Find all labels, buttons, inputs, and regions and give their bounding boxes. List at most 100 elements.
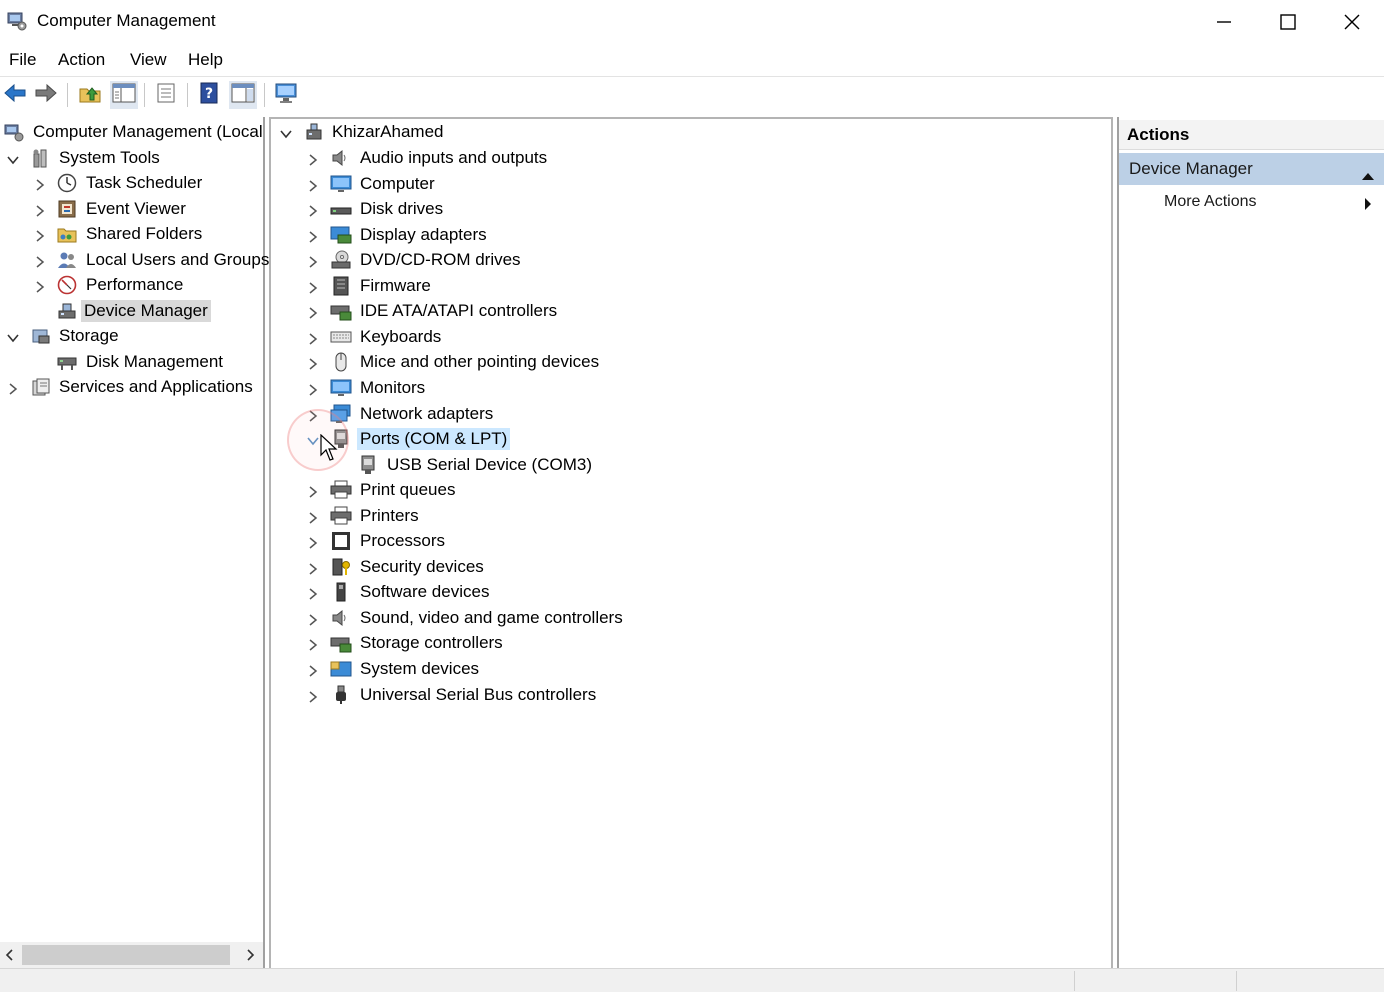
device-category-disk-drives[interactable]: Disk drives bbox=[271, 197, 1111, 222]
chevron-right-icon[interactable] bbox=[306, 229, 320, 243]
device-category-universal-serial-bus-controllers[interactable]: Universal Serial Bus controllers bbox=[271, 683, 1111, 708]
tree-node-device-manager[interactable]: Device Manager bbox=[0, 299, 263, 324]
chevron-right-icon[interactable] bbox=[6, 381, 20, 395]
device-category-network-adapters[interactable]: Network adapters bbox=[271, 402, 1111, 427]
chevron-right-icon[interactable] bbox=[306, 331, 320, 345]
menu-action[interactable]: Action bbox=[58, 50, 105, 70]
chevron-right-icon[interactable] bbox=[306, 586, 320, 600]
chevron-right-icon[interactable] bbox=[306, 612, 320, 626]
device-category-storage-controllers[interactable]: Storage controllers bbox=[271, 631, 1111, 656]
chevron-right-icon[interactable] bbox=[33, 254, 47, 268]
chevron-right-icon[interactable] bbox=[33, 177, 47, 191]
tree-label: Firmware bbox=[360, 275, 431, 295]
menu-help[interactable]: Help bbox=[188, 50, 223, 70]
device-category-ports-com-lpt[interactable]: Ports (COM & LPT) bbox=[271, 427, 1111, 452]
chevron-right-icon[interactable] bbox=[306, 510, 320, 524]
chevron-right-icon[interactable] bbox=[306, 561, 320, 575]
tree-node-shared-folders[interactable]: Shared Folders bbox=[0, 222, 263, 247]
chevron-right-icon[interactable] bbox=[33, 279, 47, 293]
tree-node-computer-management[interactable]: Computer Management (Local bbox=[0, 120, 263, 145]
tree-node-disk-management[interactable]: Disk Management bbox=[0, 350, 263, 375]
toolbar-separator bbox=[67, 83, 68, 107]
up-one-level-button[interactable] bbox=[76, 81, 104, 109]
device-category-display-adapters[interactable]: Display adapters bbox=[271, 223, 1111, 248]
show-hide-console-tree-button[interactable] bbox=[110, 81, 138, 109]
chevron-right-icon[interactable] bbox=[306, 382, 320, 396]
chevron-right-icon[interactable] bbox=[33, 228, 47, 242]
tree-label: Mice and other pointing devices bbox=[360, 352, 600, 372]
chevron-down-icon[interactable] bbox=[279, 126, 293, 140]
actions-section-device-manager[interactable]: Device Manager bbox=[1119, 153, 1384, 185]
device-category-print-queues[interactable]: Print queues bbox=[271, 478, 1111, 503]
chevron-right-icon[interactable] bbox=[306, 152, 320, 166]
storage-icon bbox=[31, 326, 51, 346]
close-icon bbox=[1344, 14, 1360, 30]
tree-node-storage[interactable]: Storage bbox=[0, 324, 263, 349]
minimize-button[interactable] bbox=[1192, 0, 1256, 44]
device-category-keyboards[interactable]: Keyboards bbox=[271, 325, 1111, 350]
show-hide-action-pane-button[interactable] bbox=[229, 81, 257, 109]
chevron-right-icon[interactable] bbox=[306, 637, 320, 652]
device-tree-root[interactable]: KhizarAhamed bbox=[271, 120, 1111, 145]
scroll-left-icon[interactable] bbox=[1, 946, 19, 964]
device-category-mice-and-other-pointing-devices[interactable]: Mice and other pointing devices bbox=[271, 350, 1111, 375]
more-actions-item[interactable]: More Actions bbox=[1119, 187, 1384, 217]
menu-file[interactable]: File bbox=[9, 50, 36, 70]
properties-button[interactable] bbox=[152, 81, 180, 109]
device-category-ide-ata-atapi-controllers[interactable]: IDE ATA/ATAPI controllers bbox=[271, 299, 1111, 324]
horizontal-scrollbar[interactable] bbox=[0, 942, 263, 968]
device-category-processors[interactable]: Processors bbox=[271, 529, 1111, 554]
maximize-button[interactable] bbox=[1256, 0, 1320, 44]
status-bar bbox=[0, 968, 1384, 992]
tree-node-task-scheduler[interactable]: Task Scheduler bbox=[0, 171, 263, 196]
tree-node-services-and-applications[interactable]: Services and Applications bbox=[0, 375, 263, 400]
toolbar-separator bbox=[144, 83, 145, 107]
chevron-right-icon[interactable] bbox=[306, 535, 320, 549]
close-button[interactable] bbox=[1320, 0, 1384, 44]
tree-label: KhizarAhamed bbox=[332, 122, 444, 141]
menu-view[interactable]: View bbox=[130, 50, 167, 70]
chevron-right-icon[interactable] bbox=[306, 254, 320, 268]
device-category-system-devices[interactable]: System devices bbox=[271, 657, 1111, 682]
help-button[interactable]: ? bbox=[195, 81, 223, 109]
chevron-right-icon[interactable] bbox=[306, 305, 320, 319]
collapse-up-icon[interactable] bbox=[1362, 165, 1374, 185]
device-category-computer[interactable]: Computer bbox=[271, 172, 1111, 197]
device-category-firmware[interactable]: Firmware bbox=[271, 274, 1111, 299]
device-category-security-devices[interactable]: Security devices bbox=[271, 555, 1111, 580]
users-icon bbox=[57, 250, 77, 270]
scan-hardware-button[interactable] bbox=[273, 81, 301, 109]
device-usb-serial-device-com3[interactable]: USB Serial Device (COM3) bbox=[271, 453, 1111, 478]
tree-node-event-viewer[interactable]: Event Viewer bbox=[0, 197, 263, 222]
chevron-right-icon[interactable] bbox=[306, 663, 320, 677]
device-category-monitors[interactable]: Monitors bbox=[271, 376, 1111, 401]
chevron-down-icon[interactable] bbox=[6, 330, 20, 344]
tree-label: Device Manager bbox=[81, 300, 211, 322]
chevron-right-icon[interactable] bbox=[306, 484, 320, 498]
chevron-right-icon[interactable] bbox=[306, 203, 320, 217]
clock-icon bbox=[57, 173, 77, 193]
chevron-right-icon[interactable] bbox=[306, 356, 320, 370]
monitor-icon bbox=[330, 378, 352, 398]
chevron-right-icon[interactable] bbox=[306, 689, 320, 703]
chevron-right-icon[interactable] bbox=[306, 280, 320, 294]
device-category-dvd-cd-rom-drives[interactable]: DVD/CD-ROM drives bbox=[271, 248, 1111, 273]
scroll-right-icon[interactable] bbox=[241, 946, 259, 964]
tree-node-local-users-and-groups[interactable]: Local Users and Groups bbox=[0, 248, 269, 273]
tree-label: Services and Applications bbox=[59, 377, 253, 396]
chevron-down-icon[interactable] bbox=[6, 152, 20, 166]
actions-pane: Actions Device Manager More Actions bbox=[1117, 117, 1384, 968]
tree-node-performance[interactable]: Performance bbox=[0, 273, 263, 298]
back-button[interactable] bbox=[1, 81, 29, 109]
device-category-printers[interactable]: Printers bbox=[271, 504, 1111, 529]
chevron-right-icon[interactable] bbox=[306, 178, 320, 192]
forward-button[interactable] bbox=[32, 81, 60, 109]
device-category-sound-video-and-game-controllers[interactable]: Sound, video and game controllers bbox=[271, 606, 1111, 631]
minimize-icon bbox=[1217, 15, 1231, 29]
device-category-audio-inputs-and-outputs[interactable]: Audio inputs and outputs bbox=[271, 146, 1111, 171]
device-category-software-devices[interactable]: Software devices bbox=[271, 580, 1111, 605]
computer-management-icon bbox=[4, 122, 24, 142]
chevron-right-icon[interactable] bbox=[33, 203, 47, 217]
scrollbar-thumb[interactable] bbox=[22, 945, 230, 965]
tree-node-system-tools[interactable]: System Tools bbox=[0, 146, 263, 171]
